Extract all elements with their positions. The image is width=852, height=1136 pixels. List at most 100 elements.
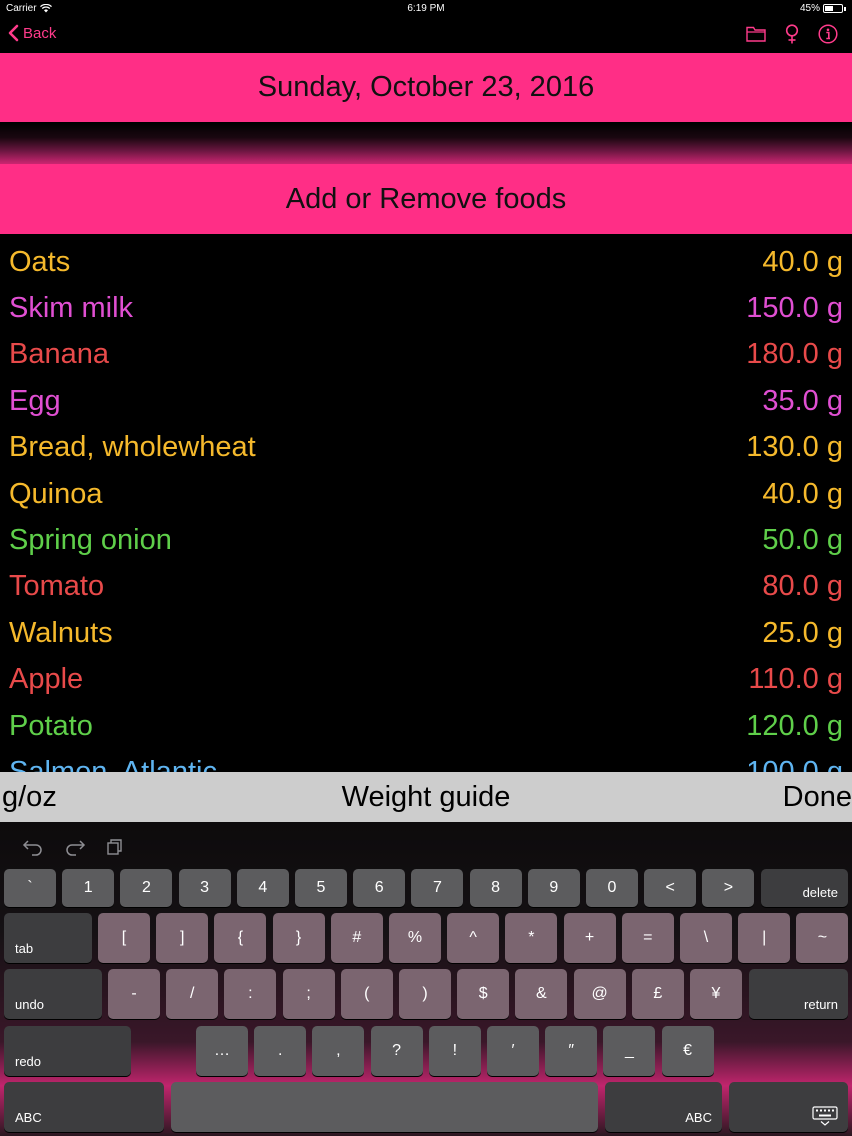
key-row2-3[interactable]: } [272, 913, 325, 963]
key-row2-4[interactable]: # [330, 913, 383, 963]
food-row[interactable]: Salmon, Atlantic 100.0 g [0, 749, 852, 772]
weight-guide-title: Weight guide [341, 781, 511, 813]
key-row1-5[interactable]: 5 [295, 869, 347, 907]
key-row3-10[interactable]: ¥ [690, 969, 742, 1019]
key-row2-5[interactable]: % [389, 913, 441, 963]
female-symbol-icon[interactable] [782, 24, 802, 44]
food-row[interactable]: Potato 120.0 g [0, 703, 852, 749]
food-weight: 180.0 g [746, 338, 843, 371]
add-remove-foods-label: Add or Remove foods [285, 182, 567, 215]
abc-right-key[interactable]: ABC [605, 1082, 722, 1132]
food-row[interactable]: Bread, wholewheat 130.0 g [0, 425, 852, 471]
key-row2-2[interactable]: { [214, 913, 267, 963]
keyboard-dismiss-key[interactable] [729, 1082, 848, 1132]
undo-arrow-icon[interactable] [22, 838, 44, 856]
key-row2-8[interactable]: + [563, 913, 616, 963]
key-row1-8[interactable]: 8 [469, 869, 522, 907]
food-row[interactable]: Egg 35.0 g [0, 378, 852, 424]
key-row1-1[interactable]: 1 [62, 869, 115, 907]
food-name: Banana [9, 338, 109, 371]
key-row3-5[interactable]: ) [399, 969, 451, 1019]
status-time: 6:19 PM [407, 3, 445, 14]
food-name: Bread, wholewheat [9, 431, 256, 464]
key-row1-0[interactable]: ` [4, 869, 56, 907]
key-row3-1[interactable]: / [166, 969, 219, 1019]
key-row3-0[interactable]: - [108, 969, 160, 1019]
food-weight: 50.0 g [762, 524, 843, 557]
key-row3-8[interactable]: @ [573, 969, 626, 1019]
key-row1-2[interactable]: 2 [120, 869, 173, 907]
key-row2-10[interactable]: \ [680, 913, 732, 963]
key-row4-6[interactable]: ″ [545, 1026, 598, 1076]
food-row[interactable]: Walnuts 25.0 g [0, 610, 852, 656]
food-weight: 40.0 g [762, 245, 843, 278]
tab-key[interactable]: tab [4, 913, 92, 963]
food-row[interactable]: Quinoa 40.0 g [0, 471, 852, 517]
key-row1-10[interactable]: 0 [586, 869, 638, 907]
food-weight: 40.0 g [762, 477, 843, 510]
food-weight: 150.0 g [746, 292, 843, 325]
space-key[interactable] [171, 1082, 598, 1132]
key-row1-7[interactable]: 7 [411, 869, 464, 907]
key-row3-7[interactable]: & [515, 969, 568, 1019]
battery-icon [823, 4, 843, 13]
key-row1-4[interactable]: 4 [236, 869, 289, 907]
key-row4-2[interactable]: , [312, 1026, 365, 1076]
add-remove-foods-button[interactable]: Add or Remove foods [0, 164, 852, 234]
food-name: Oats [9, 245, 71, 278]
key-row4-5[interactable]: ′ [487, 1026, 539, 1076]
date-header[interactable]: Sunday, October 23, 2016 [0, 53, 852, 122]
back-button[interactable]: Back [8, 24, 56, 42]
key-row1-3[interactable]: 3 [178, 869, 231, 907]
done-button[interactable]: Done [783, 781, 852, 814]
redo-key[interactable]: redo [4, 1026, 131, 1076]
key-row2-9[interactable]: = [621, 913, 674, 963]
key-row2-7[interactable]: * [505, 913, 558, 963]
food-weight: 80.0 g [762, 570, 843, 603]
food-name: Spring onion [9, 524, 172, 557]
delete-key[interactable]: delete [761, 869, 848, 907]
paste-icon[interactable] [106, 838, 124, 856]
key-row1-12[interactable]: > [702, 869, 755, 907]
key-row3-9[interactable]: £ [631, 969, 684, 1019]
key-row1-9[interactable]: 9 [527, 869, 580, 907]
key-row1-6[interactable]: 6 [353, 869, 406, 907]
key-row3-4[interactable]: ( [340, 969, 393, 1019]
food-list[interactable]: Oats 40.0 g Skim milk 150.0 g Banana 180.0 g E… [0, 239, 852, 772]
undo-key[interactable]: undo [4, 969, 102, 1019]
key-row3-2[interactable]: : [224, 969, 277, 1019]
food-weight: 110.0 g [748, 663, 843, 696]
key-row2-0[interactable]: [ [98, 913, 150, 963]
key-row3-6[interactable]: $ [457, 969, 510, 1019]
nav-bar: Back [0, 18, 852, 52]
key-row4-1[interactable]: . [254, 1026, 307, 1076]
key-row2-6[interactable]: ^ [447, 913, 500, 963]
return-key[interactable]: return [749, 969, 848, 1019]
key-row4-7[interactable]: _ [603, 1026, 656, 1076]
key-row4-0[interactable]: … [196, 1026, 248, 1076]
folder-icon[interactable] [746, 24, 766, 44]
food-name: Tomato [9, 570, 105, 603]
food-row[interactable]: Tomato 80.0 g [0, 564, 852, 610]
key-row2-12[interactable]: ~ [796, 913, 849, 963]
key-row2-1[interactable]: ] [156, 913, 209, 963]
food-row[interactable]: Banana 180.0 g [0, 332, 852, 378]
redo-arrow-icon[interactable] [64, 838, 86, 856]
abc-left-key[interactable]: ABC [4, 1082, 164, 1132]
key-row1-11[interactable]: < [644, 869, 697, 907]
key-row4-3[interactable]: ? [370, 1026, 423, 1076]
key-row4-8[interactable]: € [661, 1026, 714, 1076]
back-label: Back [23, 24, 57, 42]
food-weight: 100.0 g [746, 755, 843, 772]
key-row3-3[interactable]: ; [282, 969, 335, 1019]
info-icon[interactable] [818, 24, 838, 44]
key-row4-4[interactable]: ! [428, 1026, 481, 1076]
food-row[interactable]: Oats 40.0 g [0, 239, 852, 285]
food-row[interactable]: Skim milk 150.0 g [0, 285, 852, 331]
keyboard: ` 1 2 3 4 5 6 7 8 9 0 < > delete tab []{} #% ^ * + = \ | ~ u… [0, 822, 852, 1136]
keyboard-accessory-bar: g/oz Weight guide Done [0, 772, 852, 822]
key-row2-11[interactable]: | [738, 913, 791, 963]
food-row[interactable]: Apple 110.0 g [0, 657, 852, 703]
keyboard-toolbar [22, 838, 124, 856]
food-row[interactable]: Spring onion 50.0 g [0, 517, 852, 563]
